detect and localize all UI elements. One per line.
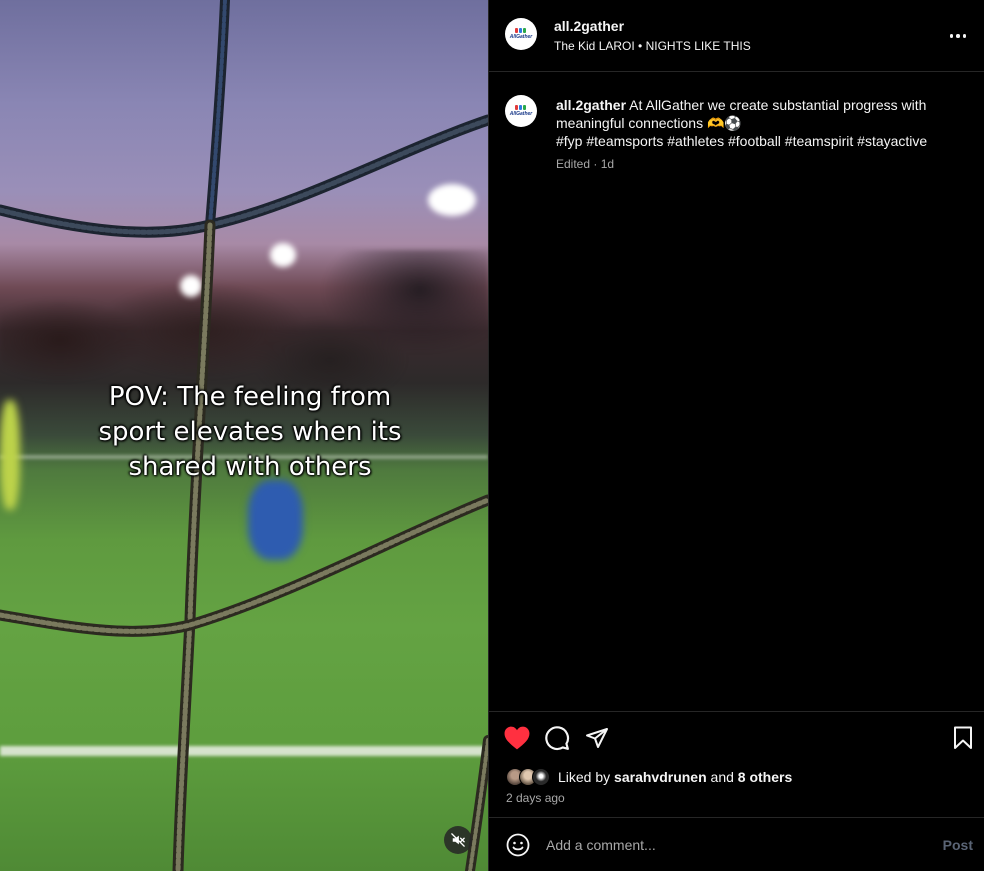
smiley-icon xyxy=(506,833,530,857)
caption-line: POV: The feeling from xyxy=(108,382,392,412)
more-horizontal-icon xyxy=(949,34,954,38)
logo-text: AllGather xyxy=(509,111,533,117)
comment-meta: Edited · 1d xyxy=(556,157,615,171)
save-button[interactable] xyxy=(949,724,977,752)
comment-input[interactable] xyxy=(546,832,916,858)
emoji-button[interactable] xyxy=(505,832,531,858)
avatar[interactable]: AllGather xyxy=(505,18,537,50)
paper-plane-icon xyxy=(586,728,608,748)
video-player[interactable]: POV: The feeling from sport elevates whe… xyxy=(0,0,488,871)
liker-avatars xyxy=(506,768,550,786)
allgather-logo: AllGather xyxy=(509,28,533,40)
post-timestamp[interactable]: 2 days ago xyxy=(506,791,565,805)
heart-filled-icon xyxy=(504,726,530,750)
post-comment-button[interactable]: Post xyxy=(943,837,973,853)
logo-text: AllGather xyxy=(509,34,533,40)
liked-by-and: and xyxy=(710,769,734,785)
comment-username[interactable]: all.2gather xyxy=(556,97,626,113)
caption-line: At AllGather we create substantial progr… xyxy=(629,97,927,113)
speaker-muted-icon xyxy=(451,833,465,847)
liked-by-summary[interactable]: Liked by sarahvdrunen and 8 others xyxy=(506,767,792,787)
caption-text: all.2gather At AllGather we create subst… xyxy=(556,96,966,150)
bookmark-icon xyxy=(954,726,972,749)
post-header: AllGather all.2gather The Kid LAROI • NI… xyxy=(489,0,984,72)
more-options-button[interactable] xyxy=(948,26,968,46)
liked-by-others[interactable]: 8 others xyxy=(738,769,792,785)
mute-toggle-button[interactable] xyxy=(444,826,472,854)
post-details-panel: AllGather all.2gather The Kid LAROI • NI… xyxy=(488,0,984,871)
caption-line: meaningful connections 🫶⚽ xyxy=(556,115,742,131)
add-comment-bar: Post xyxy=(489,817,984,871)
caption-line: shared with others xyxy=(128,452,372,482)
hashtags[interactable]: #fyp #teamsports #athletes #football #te… xyxy=(556,133,927,149)
audio-track-link[interactable]: The Kid LAROI • NIGHTS LIKE THIS xyxy=(554,39,751,53)
avatar[interactable]: AllGather xyxy=(505,95,537,127)
post-username[interactable]: all.2gather xyxy=(554,18,624,34)
liked-by-prefix: Liked by xyxy=(558,769,611,785)
comment-button[interactable] xyxy=(543,724,571,752)
allgather-logo: AllGather xyxy=(509,105,533,117)
video-caption-overlay: POV: The feeling from sport elevates whe… xyxy=(60,380,440,485)
liked-by-user[interactable]: sarahvdrunen xyxy=(614,769,707,785)
comment-icon xyxy=(545,726,570,751)
like-button[interactable] xyxy=(503,724,531,752)
post-actions: Liked by sarahvdrunen and 8 others 2 day… xyxy=(489,711,984,817)
share-button[interactable] xyxy=(583,724,611,752)
avatar xyxy=(532,768,550,786)
caption-line: sport elevates when its xyxy=(98,417,402,447)
